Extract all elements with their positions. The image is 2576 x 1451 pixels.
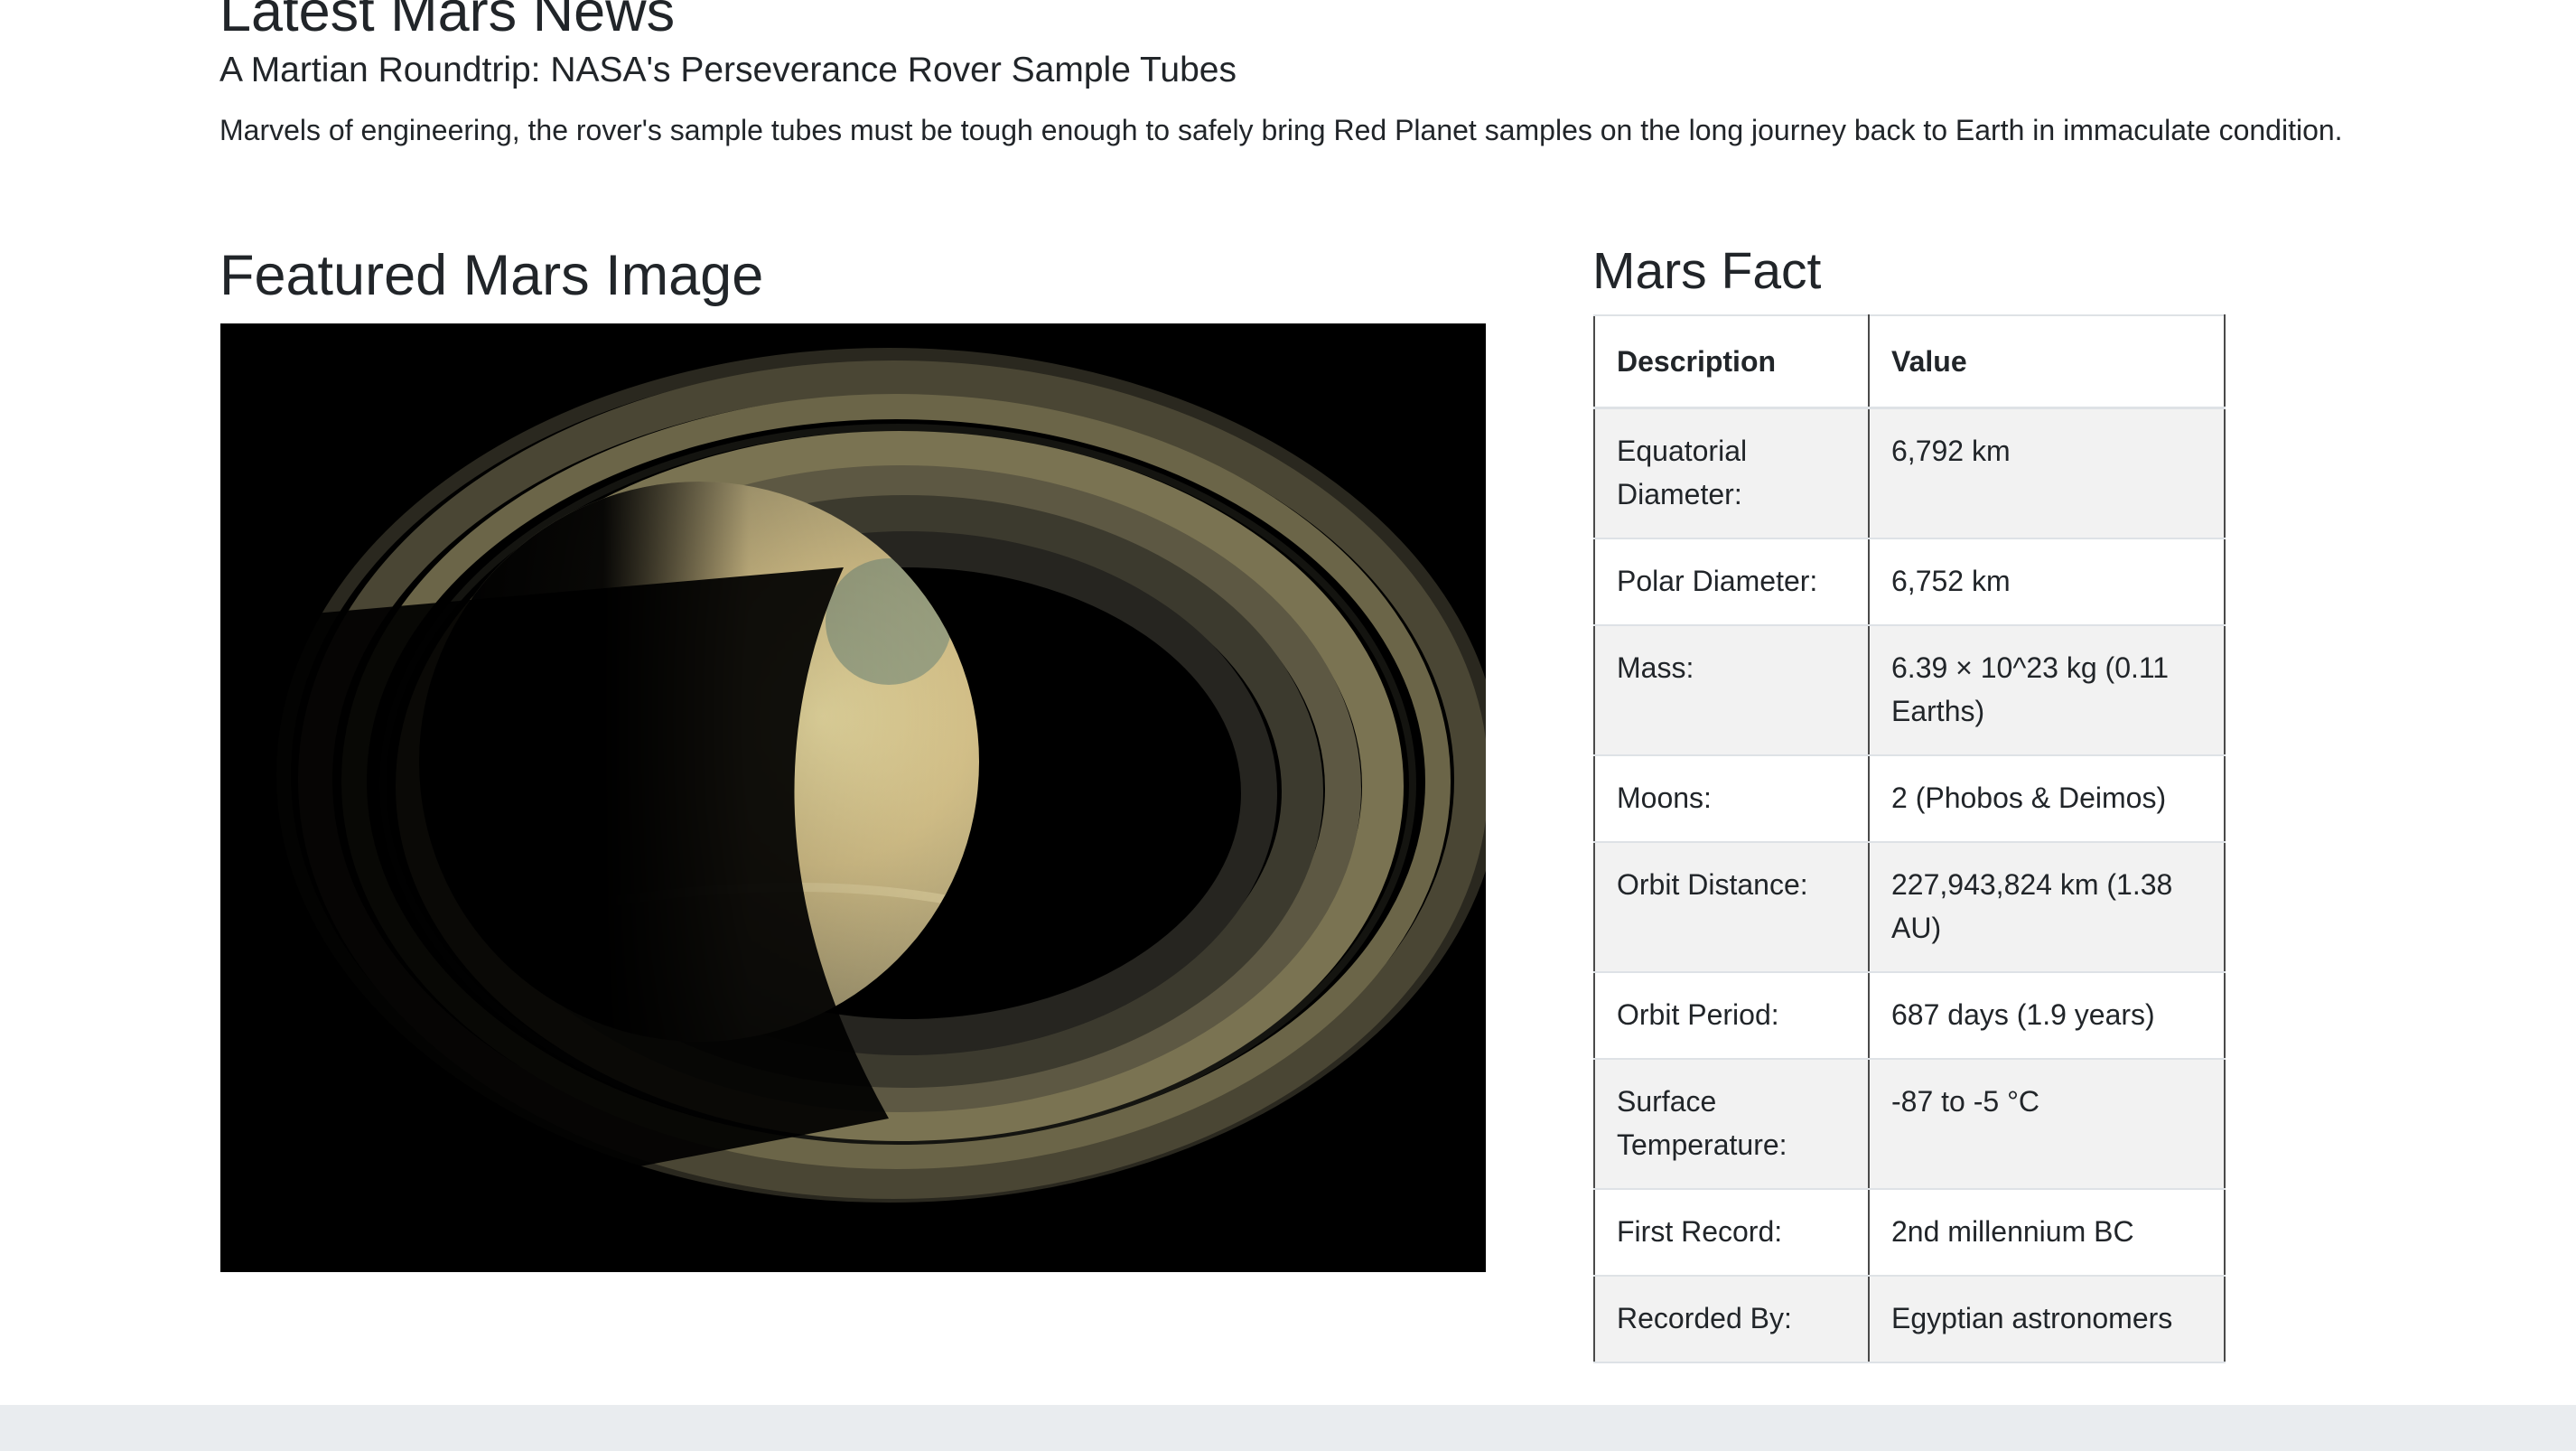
table-row: First Record: 2nd millennium BC <box>1593 1188 2226 1277</box>
table-row: Equatorial Diameter: 6,792 km <box>1593 407 2226 539</box>
table-row: Mass: 6.39 × 10^23 kg (0.11 Earths) <box>1593 624 2226 756</box>
mars-facts-heading: Mars Fact <box>1592 242 1822 300</box>
table-header-row: Description Value <box>1593 314 2226 409</box>
table-row: Moons: 2 (Phobos & Deimos) <box>1593 754 2226 843</box>
fact-description: Polar Diameter: <box>1593 538 1870 626</box>
saturn-planet-image <box>220 323 1486 1272</box>
fact-value: Egyptian astronomers <box>1868 1275 2226 1363</box>
column-header-description: Description <box>1593 314 1870 409</box>
footer-bar <box>0 1405 2576 1451</box>
table-row: Recorded By: Egyptian astronomers <box>1593 1275 2226 1363</box>
news-article-title: A Martian Roundtrip: NASA's Perseverance… <box>219 51 1237 89</box>
page: Latest Mars News A Martian Roundtrip: NA… <box>0 0 2576 1451</box>
fact-value: 2nd millennium BC <box>1868 1188 2226 1277</box>
fact-description: Orbit Period: <box>1593 971 1870 1060</box>
fact-value: 6,792 km <box>1868 407 2226 539</box>
fact-value: 687 days (1.9 years) <box>1868 971 2226 1060</box>
fact-description: Mass: <box>1593 624 1870 756</box>
fact-value: 6,752 km <box>1868 538 2226 626</box>
fact-description: Orbit Distance: <box>1593 841 1870 973</box>
table-row: Polar Diameter: 6,752 km <box>1593 538 2226 626</box>
fact-description: Recorded By: <box>1593 1275 1870 1363</box>
mars-facts-table: Description Value Equatorial Diameter: 6… <box>1593 314 2226 1363</box>
featured-image-section: Featured Mars Image <box>219 237 1486 1272</box>
fact-value: 6.39 × 10^23 kg (0.11 Earths) <box>1868 624 2226 756</box>
featured-image-heading: Featured Mars Image <box>219 244 764 307</box>
table-row: Surface Temperature: -87 to -5 °C <box>1593 1058 2226 1190</box>
column-header-value: Value <box>1868 314 2226 409</box>
mars-facts-section: Mars Fact Description Value Equatorial D… <box>1592 237 2226 1363</box>
fact-description: Equatorial Diameter: <box>1593 407 1870 539</box>
table-row: Orbit Distance: 227,943,824 km (1.38 AU) <box>1593 841 2226 973</box>
featured-image[interactable] <box>220 323 1486 1272</box>
fact-description: First Record: <box>1593 1188 1870 1277</box>
table-row: Orbit Period: 687 days (1.9 years) <box>1593 971 2226 1060</box>
fact-description: Moons: <box>1593 754 1870 843</box>
latest-news-section: Latest Mars News A Martian Roundtrip: NA… <box>219 0 2351 152</box>
fact-value: -87 to -5 °C <box>1868 1058 2226 1190</box>
news-article-teaser: Marvels of engineering, the rover's samp… <box>219 114 2343 146</box>
news-heading: Latest Mars News <box>219 0 676 43</box>
fact-value: 2 (Phobos & Deimos) <box>1868 754 2226 843</box>
fact-value: 227,943,824 km (1.38 AU) <box>1868 841 2226 973</box>
fact-description: Surface Temperature: <box>1593 1058 1870 1190</box>
